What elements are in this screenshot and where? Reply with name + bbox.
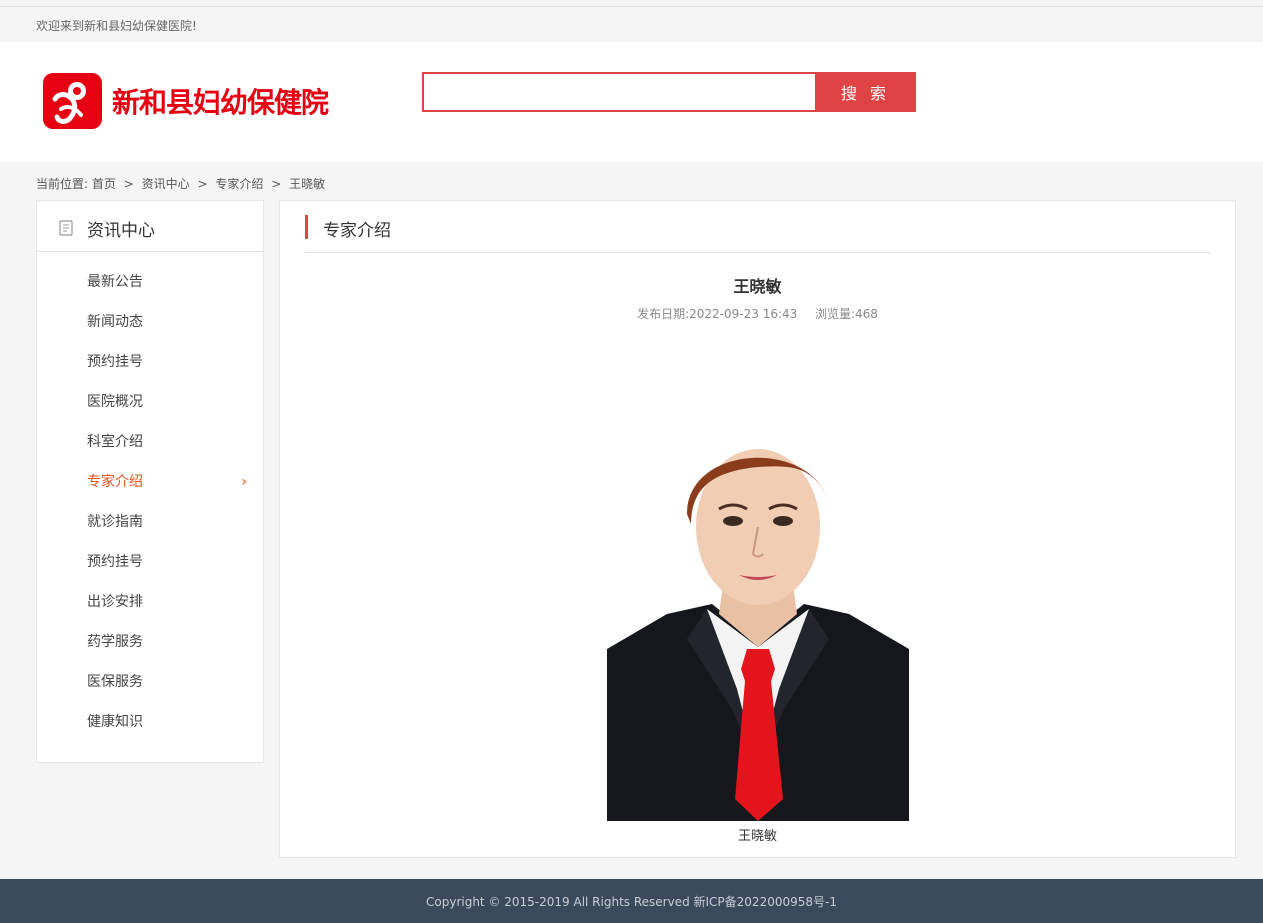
sidebar-item-label: 药学服务: [87, 634, 143, 650]
doctor-portrait: [607, 409, 909, 821]
sidebar-item-appointment-2[interactable]: 预约挂号: [37, 542, 263, 582]
search-input[interactable]: [422, 72, 816, 112]
breadcrumb: 当前位置: 首页 > 资讯中心 > 专家介绍 > 王晓敏: [36, 175, 325, 192]
breadcrumb-news-center[interactable]: 资讯中心: [142, 177, 190, 191]
top-bar: 欢迎来到新和县妇幼保健医院!: [0, 7, 1263, 42]
sidebar-item-overview[interactable]: 医院概况: [37, 382, 263, 422]
sidebar-item-departments[interactable]: 科室介绍: [37, 422, 263, 462]
main-content: 专家介绍 王晓敏 发布日期:2022-09-23 16:43 浏览量:468 王…: [279, 200, 1236, 858]
document-icon: [59, 220, 73, 236]
article-title: 王晓敏: [733, 277, 782, 296]
sidebar-item-health[interactable]: 健康知识: [37, 702, 263, 742]
sidebar-item-label: 科室介绍: [87, 434, 143, 450]
sidebar-item-label: 出诊安排: [87, 594, 143, 610]
search-button[interactable]: 搜 索: [815, 72, 916, 112]
sidebar-item-label: 医保服务: [87, 674, 143, 690]
sidebar-item-label: 医院概况: [87, 394, 143, 410]
view-count: 468: [854, 307, 878, 321]
sidebar-item-label: 最新公告: [87, 274, 143, 290]
views-label: 浏览量:: [814, 307, 855, 321]
sidebar-item-experts[interactable]: 专家介绍 ›: [37, 462, 263, 502]
hospital-logo-icon[interactable]: [41, 71, 104, 131]
sidebar-item-label: 预约挂号: [87, 354, 143, 370]
breadcrumb-separator: >: [271, 177, 282, 191]
publish-date: 2022-09-23 16:43: [689, 307, 798, 321]
sidebar-menu: 最新公告 新闻动态 预约挂号 医院概况 科室介绍 专家介绍 › 就诊指南 预约挂号…: [37, 252, 263, 742]
sidebar-item-appointment[interactable]: 预约挂号: [37, 342, 263, 382]
header: 新和县妇幼保健院 搜 索: [0, 42, 1263, 162]
sidebar-item-announcements[interactable]: 最新公告: [37, 262, 263, 302]
sidebar-item-label: 健康知识: [87, 714, 143, 730]
copyright-text: Copyright © 2015-2019 All Rights Reserve…: [426, 895, 837, 909]
sidebar-item-guide[interactable]: 就诊指南: [37, 502, 263, 542]
breadcrumb-prefix: 当前位置:: [36, 177, 89, 191]
sidebar-item-news[interactable]: 新闻动态: [37, 302, 263, 342]
sidebar-item-insurance[interactable]: 医保服务: [37, 662, 263, 702]
sidebar-title: 资讯中心: [87, 221, 155, 241]
breadcrumb-current: 王晓敏: [289, 177, 326, 191]
breadcrumb-experts[interactable]: 专家介绍: [215, 177, 263, 191]
sidebar-item-label: 预约挂号: [87, 554, 143, 570]
sidebar-item-label: 新闻动态: [87, 314, 143, 330]
logo-text[interactable]: 新和县妇幼保健院: [112, 81, 329, 121]
sidebar-item-label: 专家介绍: [87, 474, 143, 490]
breadcrumb-separator: >: [123, 177, 134, 191]
sidebar-header: 资讯中心: [37, 201, 263, 252]
date-label: 发布日期:: [637, 307, 690, 321]
article-meta: 发布日期:2022-09-23 16:43 浏览量:468: [280, 305, 1235, 322]
footer: Copyright © 2015-2019 All Rights Reserve…: [0, 879, 1263, 923]
chevron-right-icon: ›: [241, 474, 247, 490]
photo-caption: 王晓敏: [737, 829, 777, 844]
section-header: 专家介绍: [305, 215, 1211, 253]
sidebar: 资讯中心 最新公告 新闻动态 预约挂号 医院概况 科室介绍 专家介绍 › 就诊指南…: [36, 200, 264, 763]
welcome-text: 欢迎来到新和县妇幼保健医院!: [36, 19, 197, 33]
breadcrumb-separator: >: [197, 177, 208, 191]
breadcrumb-home[interactable]: 首页: [92, 177, 116, 191]
section-accent-bar: [305, 215, 308, 239]
section-title: 专家介绍: [323, 221, 391, 241]
sidebar-item-label: 就诊指南: [87, 514, 143, 530]
sidebar-item-schedule[interactable]: 出诊安排: [37, 582, 263, 622]
sidebar-item-pharmacy[interactable]: 药学服务: [37, 622, 263, 662]
